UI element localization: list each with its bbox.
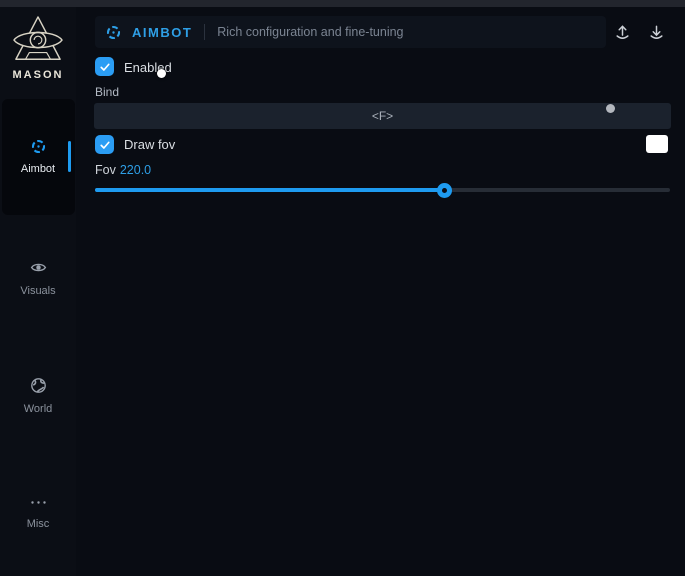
sidebar-item-world[interactable]: World [0,377,76,415]
header-divider [204,24,205,40]
upload-icon [614,24,631,41]
sidebar-item-aimbot[interactable]: Aimbot [0,138,76,175]
draw-fov-label: Draw fov [124,137,175,152]
fov-slider[interactable] [95,182,670,198]
sidebar: MASON Aimbot Visuals [0,7,76,576]
mouse-cursor-dot [157,69,166,78]
sidebar-item-label: World [0,403,76,415]
fov-value: 220.0 [120,163,151,177]
brand-name: MASON [0,69,76,81]
enabled-checkbox[interactable] [95,57,114,76]
download-icon [648,24,665,41]
check-icon [99,61,111,73]
crosshair-icon [30,138,47,160]
slider-thumb[interactable] [437,183,452,198]
sidebar-item-misc[interactable]: Misc [0,496,76,530]
globe-icon [30,377,47,399]
keybind-value: <F> [372,109,393,123]
bind-label: Bind [95,85,119,99]
app-window: MASON Aimbot Visuals [0,0,685,576]
window-top-edge [0,0,685,7]
upload-config-button[interactable] [609,19,635,45]
fov-label-text: Fov [95,163,116,177]
fov-label: Fov 220.0 [95,163,151,177]
eye-icon [30,259,47,281]
sidebar-item-label: Aimbot [0,163,76,175]
slider-fill [95,188,444,192]
ellipsis-icon [30,496,47,514]
sidebar-item-label: Misc [0,518,76,530]
download-config-button[interactable] [643,19,669,45]
sidebar-item-label: Visuals [0,285,76,297]
page-header: AIMBOT Rich configuration and fine-tunin… [95,16,606,48]
page-title: AIMBOT [132,25,192,40]
secondary-cursor-dot [606,104,615,113]
page-subtitle: Rich configuration and fine-tuning [217,25,403,39]
mason-pyramid-eye-icon [13,15,63,67]
sidebar-item-visuals[interactable]: Visuals [0,259,76,297]
check-icon [99,139,111,151]
draw-fov-checkbox[interactable] [95,135,114,154]
fov-color-swatch[interactable] [646,135,668,153]
logo: MASON [0,15,76,81]
keybind-input[interactable]: <F> [94,103,671,129]
crosshair-icon [105,24,122,41]
